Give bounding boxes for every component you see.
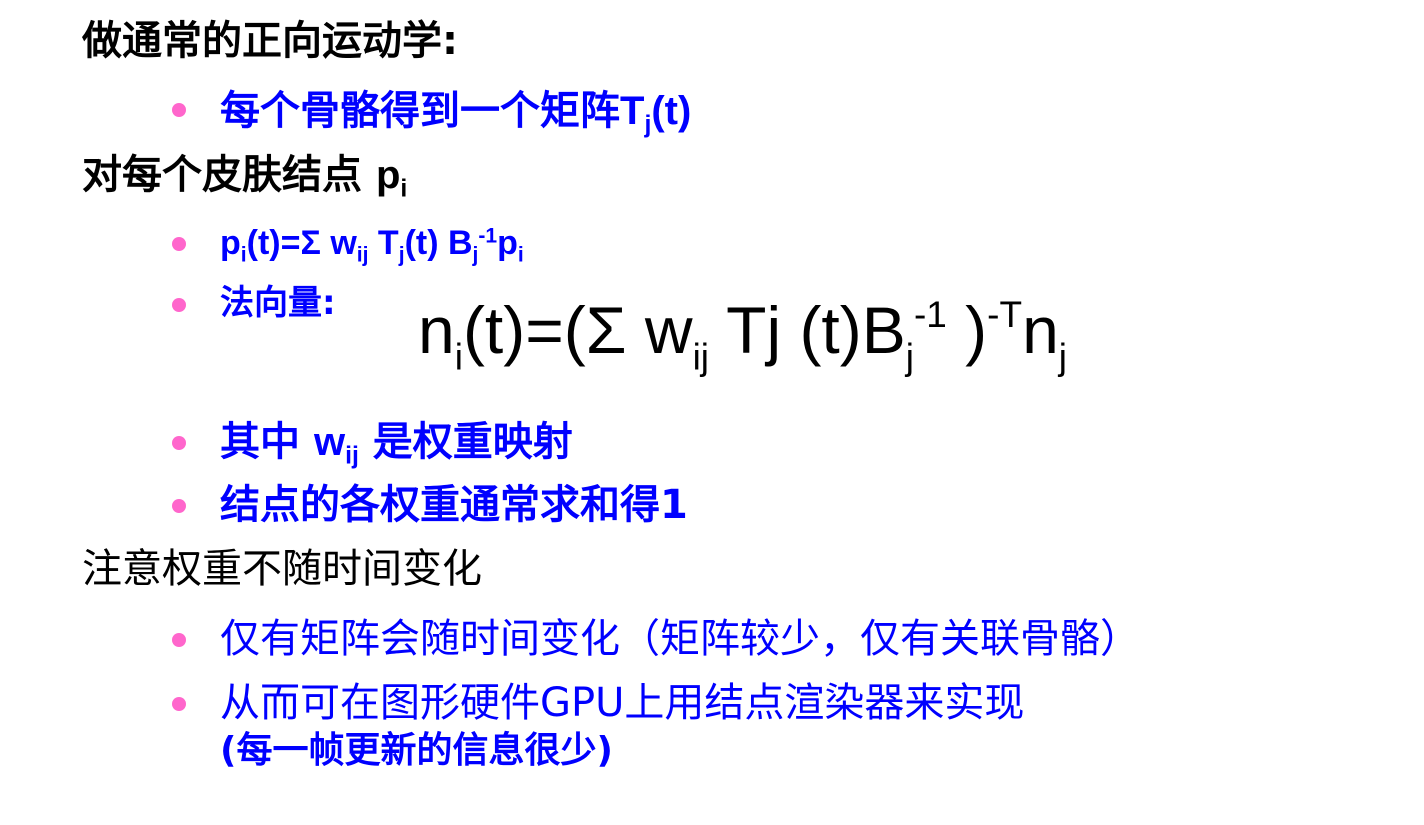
bullet-text: 其中 [220,419,314,465]
bullet-text: 仅有矩阵会随时间变化（矩阵较少，仅有关联骨骼） [220,616,1140,662]
formula-subscript: i [454,336,463,378]
formula-part: (t)=Σ w [246,224,357,262]
formula-part: Tj (t)B [708,293,906,367]
bullet-icon [172,103,186,117]
bullet-weights-sum: 结点的各权重通常求和得1 [220,482,688,528]
bullet-text: 是权重映射 [358,419,573,465]
heading-text: 注意权重不随时间变化 [82,546,482,592]
bullet-weight-map: 其中 wij 是权重映射 [220,419,573,469]
formula-superscript: -T [987,294,1023,336]
vertex-subscript: i [400,175,408,203]
formula-superscript: -1 [913,294,947,336]
heading-forward-kinematics: 做通常的正向运动学: [82,18,458,64]
bullet-skinning-formula: pi(t)=Σ wij Tj(t) Bj-1pi [220,220,524,266]
matrix-symbol: T [620,89,645,133]
formula-subscript: j [905,336,914,378]
bullet-icon [172,633,186,647]
bullet-text: 结点的各权重通常求和得1 [220,482,688,528]
bullet-gpu-implementation: 从而可在图形硬件GPU上用结点渲染器来实现 [220,680,1024,726]
bullet-icon [172,697,186,711]
formula-part: (t) B [404,224,473,262]
heading-per-skin-vertex: 对每个皮肤结点 pi [82,152,407,202]
weight-symbol: w [313,420,346,464]
formula-subscript: i [517,243,524,267]
bullet-gpu-note: (每一帧更新的信息很少) [220,728,613,774]
formula-part: n [418,293,455,367]
weight-subscript: ij [345,442,359,470]
bullet-icon [172,436,186,450]
bullet-normal-label: 法向量: [220,280,336,326]
bullet-icon [172,499,186,513]
bullet-icon [172,298,186,312]
formula-part: p [220,224,241,262]
normal-formula: ni(t)=(Σ wij Tj (t)Bj-1 )-Tnj [418,290,1067,376]
vertex-symbol: p [375,153,401,197]
formula-part: T [368,224,399,262]
bullet-matrix-per-bone: 每个骨骼得到一个矩阵Tj(t) [220,88,692,138]
formula-part: n [1022,293,1059,367]
formula-subscript: ij [356,243,369,267]
formula-subscript: j [1058,336,1067,378]
heading-weights-constant: 注意权重不随时间变化 [82,546,482,592]
bullet-text: 从而可在图形硬件GPU上用结点渲染器来实现 [220,680,1025,726]
matrix-argument: (t) [651,89,692,133]
heading-text: 做通常的正向运动学: [82,18,458,64]
formula-subscript: ij [692,336,709,378]
heading-text: 对每个皮肤结点 [82,152,376,198]
formula-superscript: -1 [478,224,498,248]
formula-part: (t)=(Σ w [462,293,693,367]
formula-part: p [497,224,518,262]
bullet-icon [172,237,186,251]
normal-label: 法向量: [220,283,336,323]
formula-part: ) [946,293,988,367]
bullet-only-matrices-change: 仅有矩阵会随时间变化（矩阵较少，仅有关联骨骼） [220,616,1140,662]
note-text: (每一帧更新的信息很少) [220,730,613,771]
bullet-text: 每个骨骼得到一个矩阵 [220,88,620,134]
